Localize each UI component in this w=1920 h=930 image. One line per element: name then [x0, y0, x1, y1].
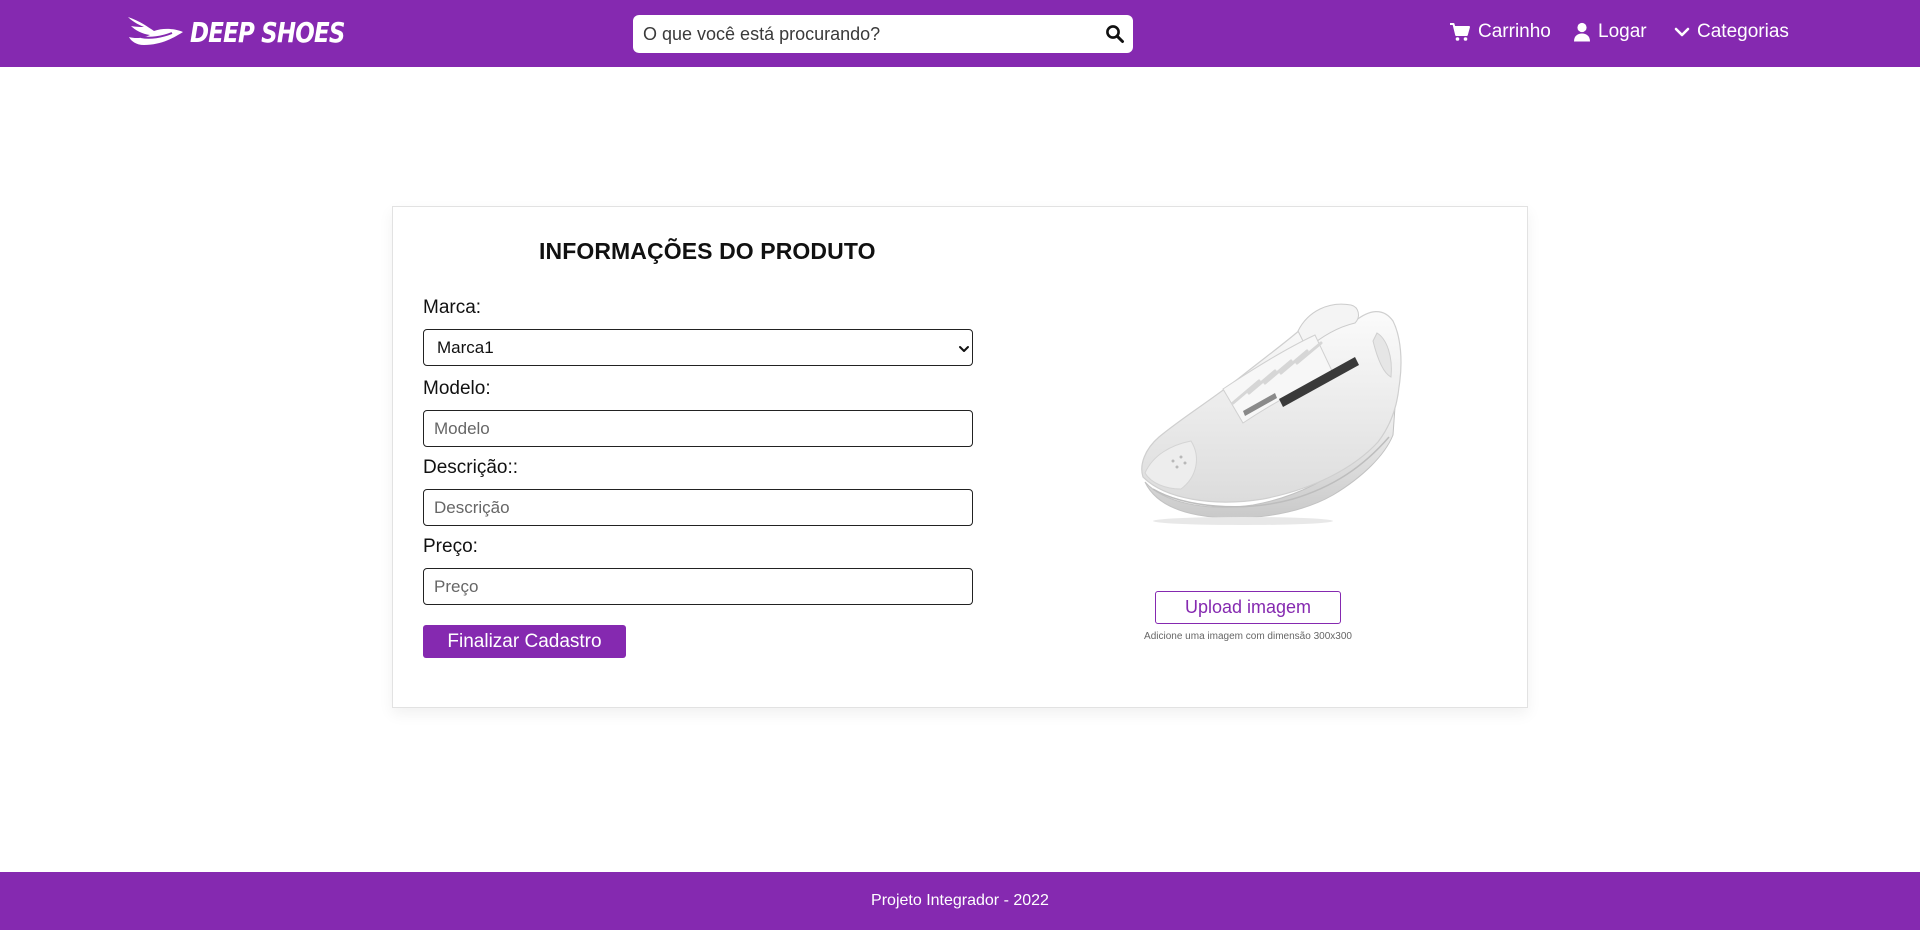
product-form-card: INFORMAÇÕES DO PRODUTO Marca: Marca1 Mod… [392, 206, 1528, 708]
nav-categories-label: Categorias [1697, 21, 1789, 42]
finish-registration-button[interactable]: Finalizar Cadastro [423, 625, 626, 658]
top-navbar: DEEP SHOES Carrinho Lo [0, 0, 1920, 67]
upload-hint-text: Adicione uma imagem com dimensão 300x300 [1144, 631, 1352, 642]
brand-label: Marca: [423, 297, 482, 318]
nav-categories-dropdown[interactable]: Categorias [1674, 21, 1789, 43]
nav-cart-link[interactable]: Carrinho [1449, 21, 1551, 43]
nav-login-label: Logar [1598, 21, 1647, 42]
page-title: INFORMAÇÕES DO PRODUTO [539, 238, 876, 264]
page-footer: Projeto Integrador - 2022 [0, 872, 1920, 930]
footer-text: Projeto Integrador - 2022 [871, 892, 1049, 909]
search-input[interactable] [633, 15, 1093, 53]
description-input[interactable] [423, 489, 973, 526]
brand-select[interactable]: Marca1 [423, 329, 973, 366]
nav-login-link[interactable]: Logar [1573, 21, 1647, 43]
model-label: Modelo: [423, 378, 491, 399]
user-icon [1573, 22, 1591, 42]
search-icon[interactable] [1105, 24, 1125, 44]
wing-logo-icon [126, 15, 184, 49]
brand-name: DEEP SHOES [190, 15, 345, 49]
price-label: Preço: [423, 536, 478, 557]
brand-logo[interactable]: DEEP SHOES [126, 14, 378, 50]
search-bar [633, 15, 1133, 53]
model-input[interactable] [423, 410, 973, 447]
price-input[interactable] [423, 568, 973, 605]
description-label: Descrição:: [423, 457, 519, 478]
upload-image-button[interactable]: Upload imagem [1155, 591, 1341, 624]
product-image-preview [1093, 277, 1438, 542]
nav-cart-label: Carrinho [1478, 21, 1551, 42]
cart-icon [1449, 22, 1471, 42]
chevron-down-icon [1674, 26, 1690, 38]
